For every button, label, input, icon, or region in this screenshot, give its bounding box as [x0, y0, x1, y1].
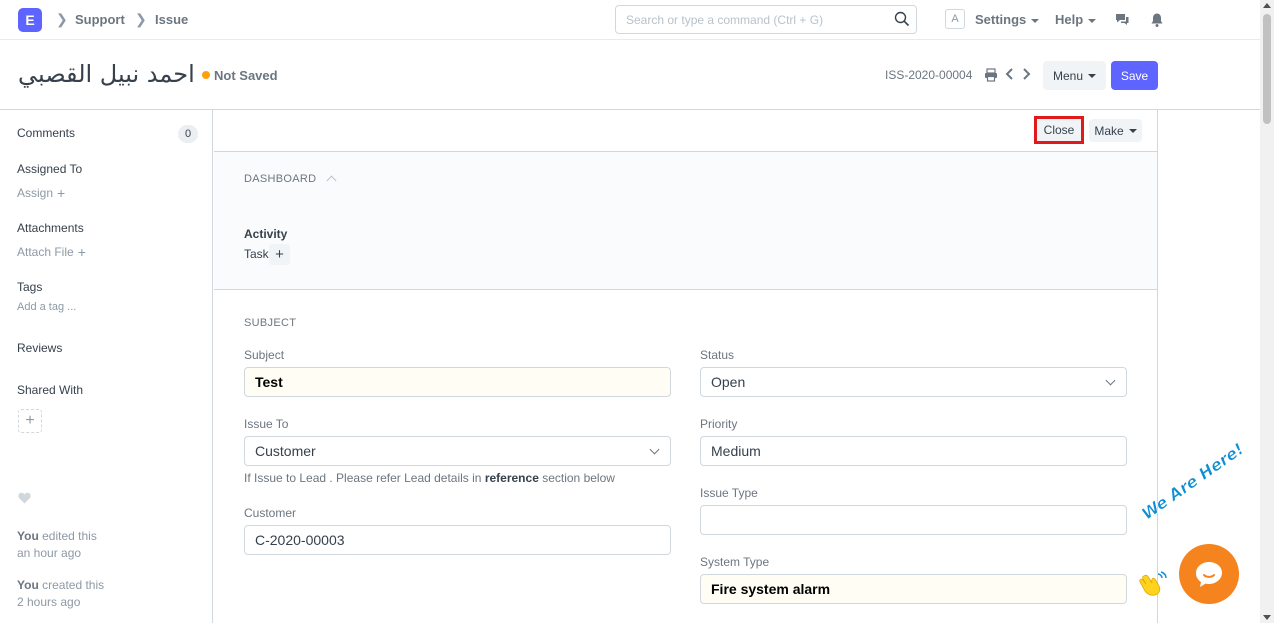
issue-to-select[interactable]: Customer	[244, 436, 671, 466]
search-input[interactable]: Search or type a command (Ctrl + G)	[615, 5, 917, 34]
plus-icon: +	[77, 244, 86, 260]
status-select[interactable]: Open	[700, 367, 1127, 397]
help-dropdown[interactable]: Help	[1055, 12, 1097, 27]
top-navbar: E ❯ Support ❯ Issue Search or type a com…	[0, 0, 1260, 40]
search-icon[interactable]	[894, 11, 910, 27]
timeline-item: You created this 2 hours ago	[17, 577, 104, 611]
shared-with-label: Shared With	[17, 383, 84, 397]
help-suffix: section below	[538, 471, 615, 485]
breadcrumb-issue[interactable]: Issue	[155, 12, 188, 27]
chat-bubbles-icon[interactable]	[1113, 11, 1131, 29]
print-icon[interactable]	[984, 68, 998, 82]
activity-heading: Activity	[244, 227, 288, 241]
customer-label: Customer	[244, 506, 297, 520]
tags-label: Tags	[17, 280, 43, 294]
add-task-button[interactable]: +	[269, 244, 290, 265]
subject-section-title: SUBJECT	[244, 317, 297, 329]
form-sidebar: Comments 0 Assigned To Assign + Attachmen…	[0, 110, 213, 623]
make-button[interactable]: Make	[1089, 119, 1142, 142]
caret-down-icon	[1031, 18, 1040, 23]
waving-hand-icon[interactable]	[1138, 570, 1168, 596]
timeline-action: created this	[38, 578, 105, 592]
timeline-item: You edited this an hour ago	[17, 528, 97, 562]
breadcrumb-support[interactable]: Support	[75, 12, 125, 27]
status-dot-icon	[202, 71, 210, 79]
dashboard-title[interactable]: DASHBOARD	[244, 173, 337, 186]
help-label: Help	[1055, 12, 1084, 27]
assigned-to-label: Assigned To	[17, 162, 83, 176]
dashboard-section: DASHBOARD Activity Task +	[214, 152, 1157, 290]
caret-down-icon	[1088, 73, 1097, 78]
attachments-label: Attachments	[17, 221, 84, 235]
settings-label: Settings	[975, 12, 1027, 27]
document-id: ISS-2020-00004	[885, 68, 973, 82]
add-tag-input[interactable]: Add a tag ...	[17, 301, 76, 313]
caret-down-icon	[1128, 128, 1137, 133]
search-placeholder: Search or type a command (Ctrl + G)	[626, 13, 824, 27]
notification-bell-icon[interactable]	[1148, 11, 1166, 29]
subject-field[interactable]: Test	[244, 367, 671, 397]
breadcrumb-chevron-icon: ❯	[56, 11, 68, 27]
heart-icon[interactable]	[18, 492, 31, 504]
settings-dropdown[interactable]: Settings	[975, 12, 1040, 27]
close-button[interactable]: Close	[1034, 116, 1084, 144]
help-prefix: If Issue to Lead . Please refer Lead det…	[244, 471, 485, 485]
reviews-label: Reviews	[17, 341, 63, 355]
status-badge: Not Saved	[202, 68, 278, 83]
priority-field[interactable]: Medium	[700, 436, 1127, 466]
chat-bubble-icon	[1196, 562, 1222, 587]
caret-down-icon	[1088, 18, 1097, 23]
chevron-down-icon	[1105, 375, 1116, 386]
issue-type-label: Issue Type	[700, 486, 758, 500]
plus-icon: +	[57, 185, 66, 201]
chat-launcher-button[interactable]	[1179, 544, 1239, 604]
timeline-actor: You	[17, 529, 39, 543]
previous-record-icon[interactable]	[1004, 67, 1016, 81]
scroll-down-icon[interactable]	[1263, 615, 1271, 620]
task-link[interactable]: Task	[244, 247, 269, 261]
issue-to-value: Customer	[255, 443, 316, 459]
timeline-time: 2 hours ago	[17, 595, 81, 609]
form-toolbar: Close Make	[214, 110, 1157, 152]
timeline-actor: You	[17, 578, 39, 592]
page-scrollbar[interactable]	[1260, 0, 1274, 623]
scroll-up-icon[interactable]	[1263, 3, 1271, 8]
status-value: Open	[711, 374, 746, 390]
customer-field[interactable]: C-2020-00003	[244, 525, 671, 555]
attach-file-link[interactable]: Attach File +	[17, 244, 86, 260]
attach-file-text: Attach File	[17, 245, 74, 259]
chevron-down-icon	[649, 444, 660, 455]
breadcrumb-chevron-icon: ❯	[135, 11, 147, 27]
timeline-time: an hour ago	[17, 546, 82, 560]
system-type-label: System Type	[700, 555, 770, 569]
priority-label: Priority	[700, 417, 738, 431]
assign-link[interactable]: Assign +	[17, 185, 65, 201]
dashboard-title-text: DASHBOARD	[244, 173, 317, 185]
next-record-icon[interactable]	[1020, 67, 1032, 81]
avatar[interactable]: A	[945, 9, 965, 29]
help-bold: reference	[484, 471, 539, 485]
subject-label: Subject	[244, 348, 285, 362]
comments-count-badge: 0	[178, 125, 198, 143]
save-button[interactable]: Save	[1111, 61, 1158, 90]
menu-button[interactable]: Menu	[1043, 61, 1106, 90]
status-label: Status	[700, 348, 735, 362]
chevron-up-icon[interactable]	[326, 175, 337, 186]
timeline-action: edited this	[38, 529, 97, 543]
issue-to-label: Issue To	[244, 417, 289, 431]
page-title: احمد نبيل القصبي	[18, 60, 195, 88]
comments-label[interactable]: Comments	[17, 126, 75, 140]
scroll-thumb[interactable]	[1263, 14, 1271, 124]
app-logo[interactable]: E	[18, 8, 42, 32]
status-text: Not Saved	[214, 68, 278, 83]
make-label: Make	[1094, 123, 1124, 138]
menu-label: Menu	[1052, 68, 1084, 83]
form-layout: Close Make DASHBOARD Activity Task + SUB…	[214, 110, 1158, 623]
assign-text: Assign	[17, 186, 54, 200]
add-share-button[interactable]: +	[18, 409, 42, 433]
system-type-field[interactable]: Fire system alarm	[700, 574, 1127, 604]
issue-to-help-text: If Issue to Lead . Please refer Lead det…	[244, 471, 615, 485]
issue-type-field[interactable]	[700, 505, 1127, 535]
